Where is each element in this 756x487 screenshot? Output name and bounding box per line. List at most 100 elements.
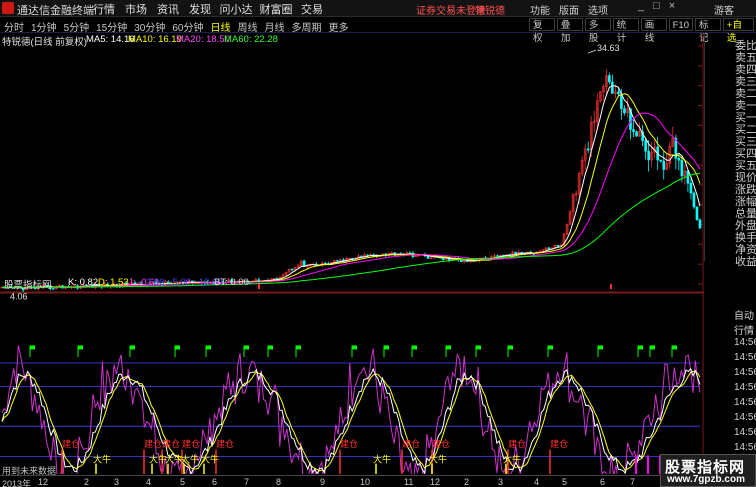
main-menu: 行情 市场 资讯 发现 问小达 财富圈 交易 bbox=[88, 1, 328, 17]
candle-body bbox=[677, 157, 681, 161]
d-value: D: 1.53 bbox=[98, 277, 129, 288]
tool-button-0[interactable]: 复权 bbox=[529, 18, 555, 44]
candle-body bbox=[556, 244, 560, 247]
candle-body bbox=[360, 255, 363, 258]
ref-levels: 2.00 : 5.00 : 10.00 bbox=[146, 277, 223, 288]
candle-body bbox=[336, 260, 339, 262]
candle-body bbox=[496, 255, 499, 257]
high-price-pointer bbox=[587, 49, 597, 54]
ma60-value: MA60: 22.28 bbox=[224, 34, 278, 45]
menu-function[interactable]: 功能 bbox=[530, 2, 550, 17]
candle-body bbox=[659, 159, 663, 162]
chart-tools: 复权 叠加 多股 统计 画线 F10 标记 +自选 bbox=[529, 18, 756, 44]
top-flag bbox=[268, 345, 273, 350]
tool-button-5[interactable]: F10 bbox=[668, 18, 693, 31]
period-tab-1[interactable]: 1分钟 bbox=[31, 19, 57, 34]
tick-row-label: 14:56 bbox=[734, 367, 756, 378]
menu-layout[interactable]: 版面 bbox=[559, 2, 579, 17]
candle-body bbox=[586, 148, 590, 151]
candle-body bbox=[662, 160, 666, 170]
bull-signal-label: 大牛 bbox=[93, 453, 111, 464]
top-flag bbox=[175, 345, 180, 350]
top-flag bbox=[476, 345, 481, 350]
buy-signal-label: 建仓 bbox=[508, 438, 526, 449]
top-flag bbox=[412, 345, 417, 350]
menu-item-markets[interactable]: 市场 bbox=[120, 1, 152, 17]
period-tab-10[interactable]: 更多 bbox=[329, 19, 349, 34]
tool-button-6[interactable]: 标记 bbox=[694, 18, 721, 44]
time-label: 12 bbox=[430, 477, 441, 487]
menu-bar: 通达信金融终端 行情 市场 资讯 发现 问小达 财富圈 交易 证券交易未登录 特… bbox=[0, 0, 756, 17]
low-price-label: 4.06 bbox=[10, 291, 28, 301]
buy-signal-label: 建仓 bbox=[144, 438, 162, 449]
menu-item-news[interactable]: 资讯 bbox=[152, 1, 184, 17]
time-label: 2 bbox=[84, 477, 90, 487]
time-label: 5 bbox=[562, 477, 568, 487]
menu-item-trade[interactable]: 交易 bbox=[296, 1, 328, 17]
candle-body bbox=[547, 247, 551, 250]
close-button[interactable]: × bbox=[669, 0, 675, 12]
ma60-line bbox=[1, 172, 701, 289]
period-tabs: 分时 1分钟 5分钟 15分钟 30分钟 60分钟 日线 周线 月线 多周期 更多 bbox=[4, 19, 349, 34]
period-tab-9[interactable]: 多周期 bbox=[292, 19, 322, 34]
candle-body bbox=[680, 159, 684, 177]
bull-signal-label: 大牛 bbox=[201, 453, 219, 464]
ma-info-bar: 特锐德(日线 前复权) MA5: 14.16 MA10: 16.19 MA20:… bbox=[0, 33, 700, 48]
tool-button-4[interactable]: 画线 bbox=[640, 18, 667, 44]
top-flag bbox=[352, 345, 357, 350]
top-flag bbox=[548, 345, 553, 350]
minimize-button[interactable]: _ bbox=[638, 0, 644, 12]
period-tab-7[interactable]: 周线 bbox=[238, 19, 258, 34]
period-toolbar: 分时 1分钟 5分钟 15分钟 30分钟 60分钟 日线 周线 月线 多周期 更多 复权 叠加 多股 统计… bbox=[0, 17, 756, 44]
time-label: 7 bbox=[630, 477, 636, 487]
tool-button-2[interactable]: 多股 bbox=[584, 18, 611, 44]
menu-item-wealth[interactable]: 财富圈 bbox=[256, 1, 296, 17]
period-tab-3[interactable]: 15分钟 bbox=[96, 19, 127, 34]
top-flag bbox=[130, 345, 135, 350]
indicator-info-bar: 股票指标网 K: 0.82 D: 1.53 J: -0.61 2.00 : 5.… bbox=[0, 277, 700, 291]
bull-signal-label: 大牛 bbox=[181, 453, 199, 464]
buy-signal-label: 建仓 bbox=[216, 438, 234, 449]
candle-body bbox=[290, 268, 294, 271]
period-tab-4[interactable]: 30分钟 bbox=[134, 19, 165, 34]
candle-body bbox=[686, 170, 690, 184]
candle-body bbox=[647, 150, 650, 161]
period-tab-0[interactable]: 分时 bbox=[4, 19, 24, 34]
app-title: 通达信金融终端 bbox=[17, 5, 94, 17]
candle-body bbox=[635, 131, 638, 137]
menu-options[interactable]: 选项 bbox=[588, 2, 608, 17]
tool-button-7[interactable]: +自选 bbox=[722, 18, 755, 44]
period-tab-5[interactable]: 60分钟 bbox=[172, 19, 203, 34]
buy-signal-label: 建仓 bbox=[182, 438, 200, 449]
menu-item-discover[interactable]: 发现 bbox=[184, 1, 216, 17]
time-label: 8 bbox=[276, 477, 282, 487]
top-flag bbox=[384, 345, 389, 350]
tool-button-3[interactable]: 统计 bbox=[612, 18, 639, 44]
tool-button-1[interactable]: 叠加 bbox=[556, 18, 583, 44]
indicator-title: 股票指标网 bbox=[4, 280, 52, 291]
time-label: 5 bbox=[180, 477, 186, 487]
buy-signal-label: 建仓 bbox=[162, 438, 180, 449]
period-tab-2[interactable]: 5分钟 bbox=[64, 19, 90, 34]
time-label: 2 bbox=[464, 477, 470, 487]
kline-chart[interactable]: 34.634.06 35.0032.5030.0027.5025.0022.50… bbox=[0, 33, 704, 474]
time-label: 6 bbox=[212, 477, 218, 487]
app-logo-icon bbox=[2, 2, 14, 14]
maximize-button[interactable]: □ bbox=[653, 0, 660, 12]
menu-item-market[interactable]: 行情 bbox=[88, 1, 120, 17]
moving-average-lines: 34.634.06 bbox=[1, 43, 701, 301]
chart-title: 特锐德(日线 前复权) bbox=[2, 37, 87, 48]
period-tab-6[interactable]: 日线 bbox=[211, 19, 231, 34]
tick-row-label: 行情 bbox=[734, 326, 754, 337]
quote-row-label: 收益 bbox=[735, 256, 756, 268]
candle-body bbox=[514, 251, 517, 255]
time-label: 2013年 bbox=[2, 479, 32, 487]
candle-body bbox=[623, 108, 626, 114]
k-value: K: 0.82 bbox=[68, 277, 99, 288]
period-tab-8[interactable]: 月线 bbox=[265, 19, 285, 34]
time-label: 10 bbox=[360, 477, 371, 487]
ma5-line bbox=[1, 85, 701, 289]
guest-user-label[interactable]: 游客 bbox=[714, 2, 734, 17]
menu-item-ask[interactable]: 问小达 bbox=[216, 1, 256, 17]
candlesticks bbox=[0, 69, 702, 293]
